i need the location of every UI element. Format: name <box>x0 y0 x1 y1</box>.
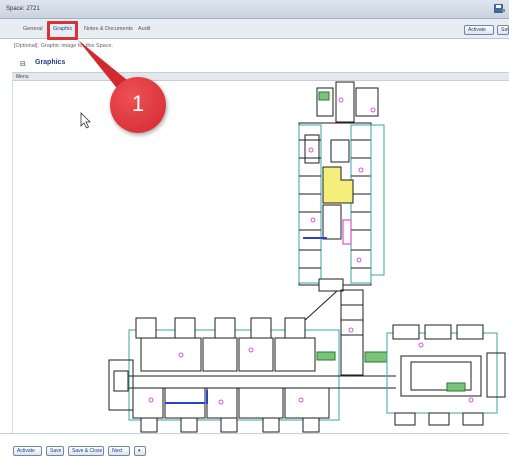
footer-save-close-button[interactable]: Save & Close <box>68 446 104 456</box>
footer-activate-button[interactable]: Activate <box>13 446 42 456</box>
footer-more-button[interactable]: ▾ <box>134 446 146 456</box>
footer-next-button[interactable]: Next <box>108 446 130 456</box>
footer-save-button[interactable]: Save <box>46 446 64 456</box>
callout-pointer <box>78 40 132 92</box>
callout-marker: 1 <box>110 77 166 133</box>
mouse-cursor-icon <box>80 112 91 129</box>
footer-bar: Activate Save Save & Close Next ▾ <box>0 433 509 470</box>
callout-number: 1 <box>131 91 145 116</box>
